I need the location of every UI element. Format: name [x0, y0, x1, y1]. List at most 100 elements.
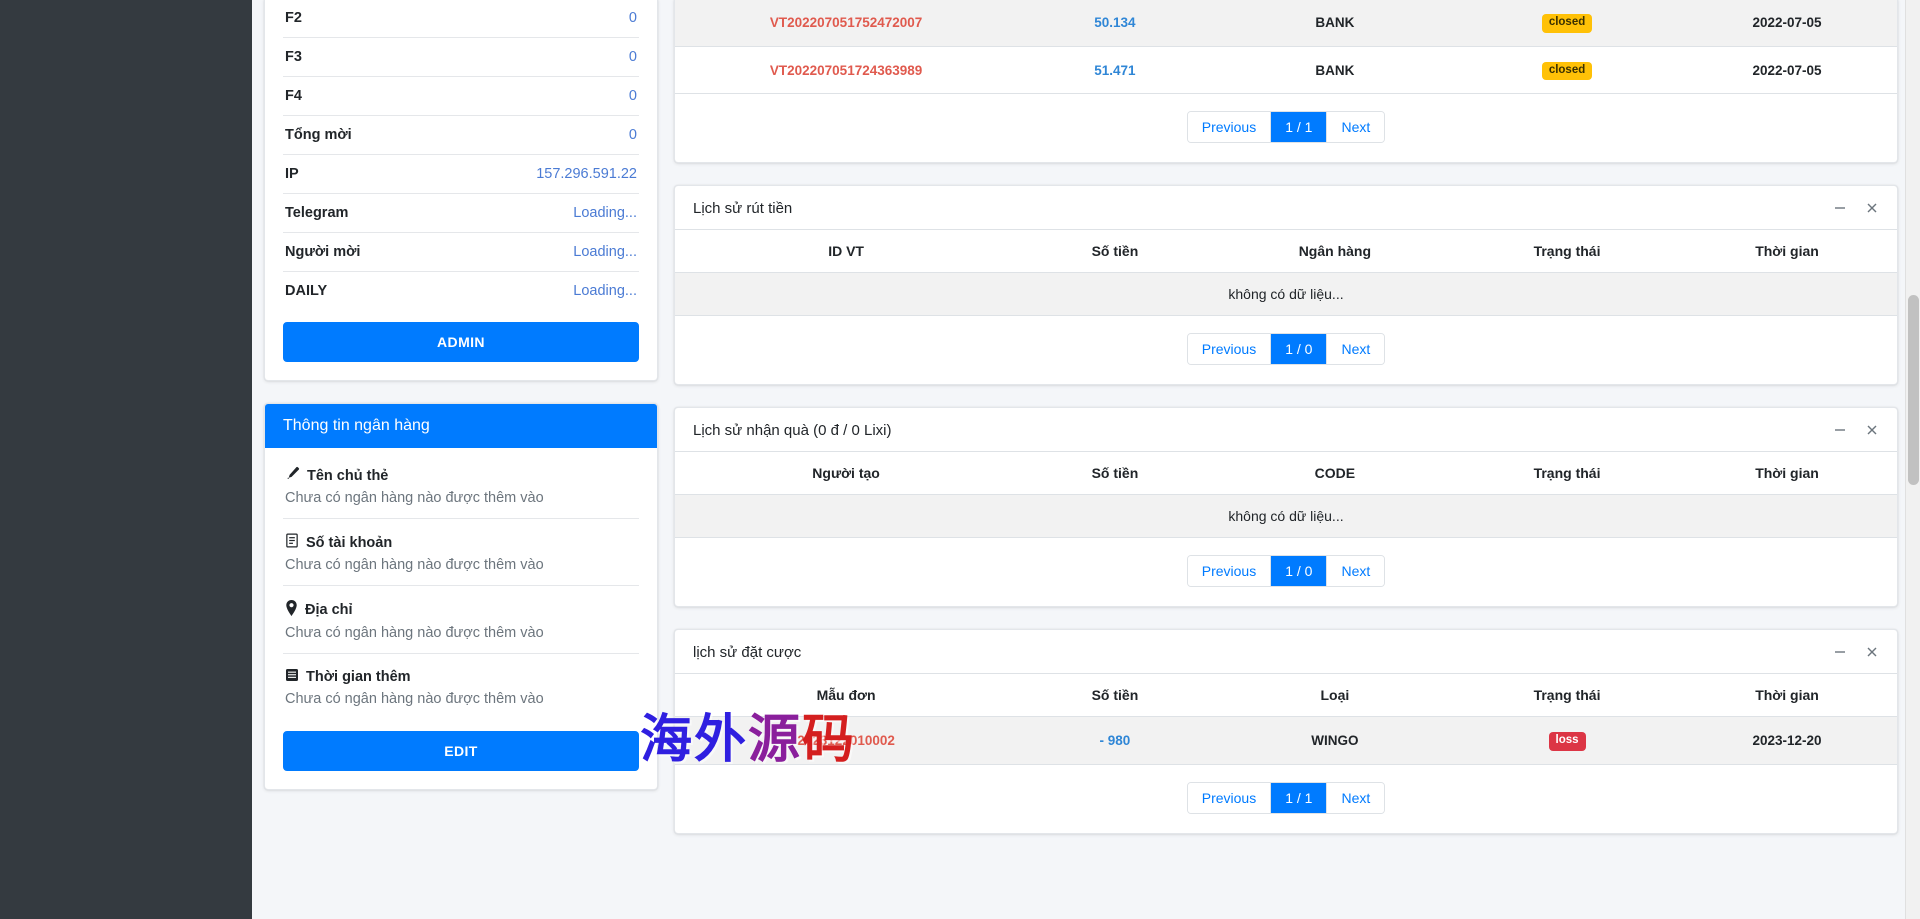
cell-time: 2022-07-05: [1752, 15, 1822, 31]
panel-title: Lịch sử nhận quà (0 đ / 0 Lixi): [693, 421, 892, 439]
column-header: Số tiền: [1017, 673, 1213, 717]
close-icon[interactable]: [1863, 421, 1881, 439]
bank-info-body: Tên chủ thẻ Chưa có ngân hàng nào được t…: [265, 448, 657, 719]
table-row: VT202207051724363989 51.471 BANK closed …: [675, 46, 1897, 94]
pager-previous[interactable]: Previous: [1187, 556, 1272, 586]
edit-button[interactable]: EDIT: [283, 731, 639, 771]
stat-row-f2: F2 0: [283, 0, 639, 38]
column-header: Ngân hàng: [1212, 229, 1458, 273]
minimize-icon[interactable]: [1831, 421, 1849, 439]
admin-button[interactable]: ADMIN: [283, 322, 639, 362]
pencil-icon: [285, 466, 300, 485]
bank-field-added-time: Thời gian thêm Chưa có ngân hàng nào đượ…: [283, 654, 639, 719]
column-header: Trạng thái: [1457, 673, 1678, 717]
edit-button-wrap: EDIT: [265, 719, 657, 789]
status-badge: closed: [1541, 61, 1593, 80]
minimize-icon[interactable]: [1831, 643, 1849, 661]
stat-label: F2: [285, 10, 302, 26]
stat-value: 0: [628, 127, 637, 143]
pager-next[interactable]: Next: [1327, 556, 1385, 586]
table-empty-row: không có dữ liệu...: [675, 494, 1897, 538]
stat-row-f4: F4 0: [283, 77, 639, 116]
pager-previous[interactable]: Previous: [1187, 112, 1272, 142]
stat-row-daily: DAILY Loading...: [283, 272, 639, 310]
bank-field-label: Địa chỉ: [305, 602, 353, 618]
stat-label: Telegram: [285, 205, 349, 221]
column-header: Số tiền: [1017, 229, 1213, 273]
pagination: Previous 1 / 1 Next: [675, 94, 1897, 162]
scrollbar-thumb[interactable]: [1908, 295, 1919, 485]
bank-field-address: Địa chỉ Chưa có ngân hàng nào được thêm …: [283, 586, 639, 654]
panel-tools: [1831, 199, 1881, 217]
user-stats-card: F2 0 F3 0 F4 0 Tổng mời 0 IP 157.296.591…: [264, 0, 658, 381]
table-row: 2023122010002 - 980 WINGO loss 2023-12-2…: [675, 716, 1897, 765]
cell-bank: BANK: [1315, 15, 1355, 31]
bank-field-label: Thời gian thêm: [306, 669, 411, 685]
table-header-row: Mẫu đơn Số tiền Loại Trạng thái Thời gia…: [675, 673, 1897, 717]
pagination: Previous 1 / 0 Next: [675, 538, 1897, 606]
empty-message: không có dữ liệu...: [675, 494, 1897, 538]
page-scrollbar[interactable]: [1905, 0, 1920, 919]
stat-value: 0: [628, 10, 637, 26]
close-icon[interactable]: [1863, 199, 1881, 217]
stat-row-ip: IP 157.296.591.22: [283, 155, 639, 194]
pager-previous[interactable]: Previous: [1187, 782, 1272, 813]
cell-amount: 50.134: [1094, 15, 1136, 31]
bank-field-label: Số tài khoản: [306, 534, 393, 551]
stat-value: Loading...: [573, 205, 637, 221]
panel-title: Lịch sử rút tiền: [693, 199, 793, 217]
pager-next[interactable]: Next: [1327, 334, 1385, 364]
admin-button-wrap: ADMIN: [265, 310, 657, 380]
document-icon: [285, 533, 299, 552]
pager-next[interactable]: Next: [1327, 112, 1385, 142]
column-header: Số tiền: [1017, 451, 1213, 495]
stat-value: 0: [628, 49, 637, 65]
left-nav-rail: [0, 0, 252, 919]
cell-id[interactable]: VT202207051724363989: [770, 63, 922, 78]
close-icon[interactable]: [1863, 643, 1881, 661]
pager-next[interactable]: Next: [1327, 782, 1385, 813]
bank-field-value: Chưa có ngân hàng nào được thêm vào: [285, 557, 544, 573]
stat-label: F4: [285, 88, 302, 104]
calendar-icon: [285, 668, 299, 686]
panel-gift-history: Lịch sử nhận quà (0 đ / 0 Lixi) Người tạ…: [674, 407, 1898, 607]
stat-label: F3: [285, 49, 302, 65]
pager-group: Previous 1 / 0 Next: [1186, 555, 1386, 587]
stat-value: 0: [628, 88, 637, 104]
panel-header: Lịch sử rút tiền: [675, 186, 1897, 229]
cell-id[interactable]: VT202207051752472007: [770, 15, 922, 30]
column-header: Thời gian: [1677, 229, 1897, 273]
pagination: Previous 1 / 1 Next: [675, 765, 1897, 833]
column-header: Loại: [1212, 673, 1458, 717]
stat-label: Tổng mời: [285, 127, 352, 143]
column-header: CODE: [1212, 451, 1458, 495]
right-column: VT202207051752472007 50.134 BANK closed …: [674, 0, 1898, 856]
cell-amount: 51.471: [1094, 62, 1136, 78]
left-column: F2 0 F3 0 F4 0 Tổng mời 0 IP 157.296.591…: [264, 0, 658, 812]
bank-field-title: Thời gian thêm: [285, 668, 637, 686]
stat-value: Loading...: [573, 283, 637, 299]
stat-label: Người mời: [285, 244, 361, 260]
deposit-history-table: VT202207051752472007 50.134 BANK closed …: [675, 0, 1897, 94]
page-root: F2 0 F3 0 F4 0 Tổng mời 0 IP 157.296.591…: [0, 0, 1920, 919]
stat-row-total-invites: Tổng mời 0: [283, 116, 639, 155]
bank-field-value: Chưa có ngân hàng nào được thêm vào: [285, 625, 544, 641]
column-header: Trạng thái: [1457, 229, 1678, 273]
bank-field-value: Chưa có ngân hàng nào được thêm vào: [285, 490, 544, 506]
status-badge: loss: [1548, 732, 1586, 751]
minimize-icon[interactable]: [1831, 199, 1849, 217]
stat-row-inviter: Người mời Loading...: [283, 233, 639, 272]
pager-current-page: 1 / 1: [1271, 112, 1328, 142]
bank-info-card: Thông tin ngân hàng Tên chủ thẻ Chưa có …: [264, 403, 658, 790]
bank-field-label: Tên chủ thẻ: [307, 467, 389, 484]
empty-message: không có dữ liệu...: [675, 272, 1897, 316]
cell-order-id[interactable]: 2023122010002: [797, 733, 895, 748]
stat-label: DAILY: [285, 283, 328, 299]
pager-current-page: 1 / 0: [1271, 556, 1328, 586]
stat-row-telegram: Telegram Loading...: [283, 194, 639, 233]
gift-history-table: Người tạo Số tiền CODE Trạng thái Thời g…: [675, 451, 1897, 538]
stat-label: IP: [285, 166, 299, 182]
panel-deposit-history: VT202207051752472007 50.134 BANK closed …: [674, 0, 1898, 163]
column-header: Thời gian: [1677, 451, 1897, 495]
pager-previous[interactable]: Previous: [1187, 334, 1272, 364]
